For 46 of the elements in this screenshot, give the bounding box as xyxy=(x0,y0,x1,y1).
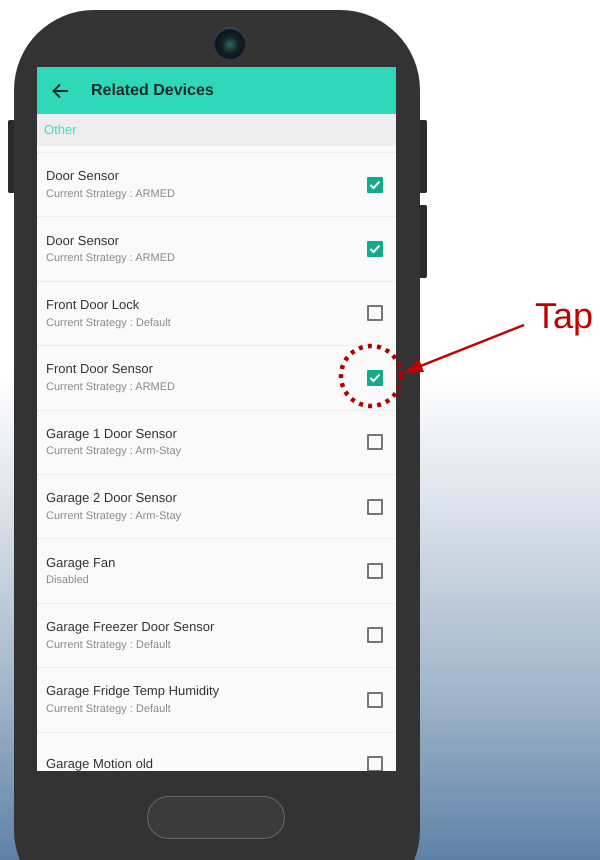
checkbox[interactable] xyxy=(367,498,383,515)
device-status: Current Strategy : ARMED xyxy=(46,188,175,202)
device-row[interactable]: Front Door Lock Current Strategy : Default xyxy=(37,280,396,346)
device-status: Current Strategy : Arm-Stay xyxy=(46,445,182,459)
device-row[interactable]: Door Sensor Current Strategy : ARMED xyxy=(37,216,396,281)
checkbox[interactable] xyxy=(367,370,383,386)
device-name: Garage Freezer Door Sensor xyxy=(46,619,214,635)
checkbox[interactable] xyxy=(367,756,383,771)
device-name: Front Door Sensor xyxy=(46,361,154,378)
device-status: Current Strategy : ARMED xyxy=(46,381,175,394)
home-button[interactable] xyxy=(147,796,285,839)
device-name: Garage 2 Door Sensor xyxy=(46,490,178,506)
checkbox[interactable] xyxy=(367,563,383,580)
checkbox[interactable] xyxy=(367,627,383,644)
device-name: Garage Fridge Temp Humidity xyxy=(46,683,220,700)
checkbox[interactable] xyxy=(367,176,383,193)
dotted-circle xyxy=(338,344,404,408)
back-icon[interactable] xyxy=(51,82,69,98)
device-name: Door Sensor xyxy=(46,232,120,248)
device-row[interactable]: Door Sensor Current Strategy : ARMED xyxy=(37,152,396,216)
device-name: Garage Motion old xyxy=(46,756,153,771)
device-row[interactable]: Garage Fridge Temp Humidity Current Strategy : Default xyxy=(37,667,396,732)
device-status: Current Strategy : Arm-Stay xyxy=(46,510,182,524)
device-status: Current Strategy : Default xyxy=(46,703,172,716)
device-row[interactable]: Garage 1 Door Sensor Current Strategy : Arm-Stay xyxy=(37,410,396,474)
device-status: Current Strategy : Default xyxy=(46,638,172,652)
camera-icon xyxy=(214,27,246,59)
checkbox[interactable] xyxy=(367,241,383,258)
device-name: Door Sensor xyxy=(46,168,120,184)
device-status: Disabled xyxy=(46,574,90,588)
annotation-label: Tap xyxy=(535,298,594,334)
device-name: Garage Fan xyxy=(46,554,116,570)
device-status: Current Strategy : Default xyxy=(46,316,171,330)
device-row[interactable]: Front Door Sensor Current Strategy : ARMED xyxy=(37,345,396,410)
device-name: Garage 1 Door Sensor xyxy=(46,426,178,442)
device-name: Front Door Lock xyxy=(46,297,140,313)
checkbox[interactable] xyxy=(367,692,383,708)
device-row[interactable]: Garage Fan Disabled xyxy=(37,538,396,603)
device-row[interactable]: Garage 2 Door Sensor Current Strategy : Arm-Stay xyxy=(37,474,396,538)
section-title: Other xyxy=(44,121,77,140)
checkbox[interactable] xyxy=(367,305,383,322)
checkbox[interactable] xyxy=(367,434,383,450)
screen-title: Related Devices xyxy=(91,80,214,100)
device-status: Current Strategy : ARMED xyxy=(46,252,175,266)
device-row[interactable]: Garage Freezer Door Sensor Current Strategy : Default xyxy=(37,602,396,668)
device-row[interactable]: Garage Motion old xyxy=(37,732,396,771)
